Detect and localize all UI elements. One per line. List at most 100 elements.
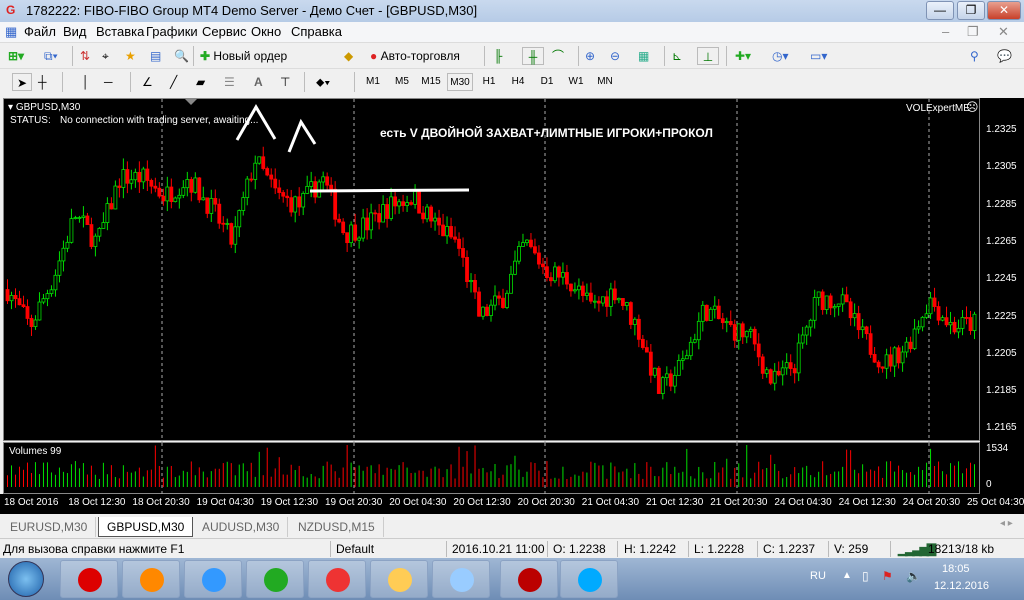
- candle-body: [868, 333, 873, 355]
- timeframe-mn[interactable]: MN: [592, 73, 618, 91]
- timeframe-d1[interactable]: D1: [534, 73, 560, 91]
- tab-nzdusd-m15[interactable]: NZDUSD,M15: [290, 517, 384, 537]
- candle-body: [533, 246, 537, 254]
- tray-device-icon[interactable]: ▯: [862, 569, 869, 583]
- menu-file[interactable]: Файл: [24, 24, 56, 39]
- search-icon[interactable]: ⚲: [970, 47, 979, 65]
- show-hidden-icons[interactable]: ▲: [842, 570, 852, 581]
- candle-body: [113, 185, 118, 210]
- vertical-line-icon[interactable]: │: [82, 73, 90, 91]
- candle-body: [201, 197, 206, 201]
- clock-date[interactable]: 12.12.2016: [934, 580, 989, 592]
- zoom-in-icon[interactable]: ⊕: [585, 47, 595, 65]
- chat-icon[interactable]: 💬: [997, 47, 1012, 65]
- templates-icon[interactable]: ▭▾: [810, 47, 827, 65]
- candle-body: [720, 318, 725, 324]
- price-tick: 1.2165: [986, 422, 1017, 434]
- taskbar-opera[interactable]: [60, 560, 118, 598]
- timeframe-m15[interactable]: M15: [418, 73, 444, 91]
- tile-windows-icon[interactable]: ▦: [638, 47, 649, 65]
- terminal-icon[interactable]: ▤: [150, 47, 161, 65]
- tray-flag-icon[interactable]: ⚑: [882, 569, 893, 583]
- timeframe-h4[interactable]: H4: [505, 73, 531, 91]
- profiles-icon[interactable]: ⧉▾: [44, 47, 58, 65]
- text-label-icon[interactable]: ⊤: [280, 73, 290, 91]
- market-watch-icon[interactable]: ⇅: [80, 47, 90, 65]
- bar-chart-icon[interactable]: ╟: [494, 47, 503, 65]
- language-indicator[interactable]: RU: [810, 570, 826, 582]
- data-window-icon[interactable]: ⌖: [102, 47, 109, 65]
- tab-audusd-m30[interactable]: AUDUSD,M30: [194, 517, 289, 537]
- restore-button[interactable]: ❐: [957, 1, 985, 20]
- taskbar-explorer[interactable]: [370, 560, 428, 598]
- horizontal-line-icon[interactable]: ─: [104, 73, 113, 91]
- volumes-pane[interactable]: Volumes 99: [3, 442, 980, 495]
- cursor-icon[interactable]: ➤: [12, 73, 32, 91]
- candle-body: [820, 291, 825, 310]
- candle-body: [369, 212, 374, 231]
- mdi-restore-button[interactable]: ❐: [967, 24, 979, 40]
- candle-body: [796, 342, 801, 374]
- timeframe-m1[interactable]: M1: [360, 73, 386, 91]
- angle-line-icon[interactable]: ∠: [142, 73, 153, 91]
- taskbar-acrobat[interactable]: [500, 560, 558, 598]
- mdi-close-button[interactable]: ✕: [998, 24, 1009, 40]
- volume-icon[interactable]: 🔈: [906, 569, 921, 583]
- minimize-button[interactable]: —: [926, 1, 954, 20]
- start-button[interactable]: [8, 561, 44, 597]
- equidistant-channel-icon[interactable]: ▰: [196, 73, 205, 91]
- menu-help[interactable]: Справка: [291, 24, 342, 39]
- metaeditor-icon[interactable]: ◆: [344, 47, 353, 65]
- zoom-out-icon[interactable]: ⊖: [610, 47, 620, 65]
- chart-shift-icon[interactable]: ⊾: [672, 47, 682, 65]
- taskbar-internet-explorer[interactable]: [184, 560, 242, 598]
- taskbar-skype[interactable]: [560, 560, 618, 598]
- time-axis[interactable]: 18 Oct 2016 18 Oct 12:30 18 Oct 20:30 19 Oc…: [0, 494, 1024, 514]
- mdi-minimize-button[interactable]: –: [942, 24, 949, 39]
- candlestick-icon[interactable]: ╫: [522, 47, 544, 65]
- taskbar-fibo-mt4[interactable]: [308, 560, 366, 598]
- new-order-button[interactable]: ✚ Новый ордер: [200, 47, 336, 65]
- paint-icon: [450, 568, 474, 592]
- taskbar-media-player[interactable]: [122, 560, 180, 598]
- timeframe-m5[interactable]: M5: [389, 73, 415, 91]
- fibonacci-icon[interactable]: ☰: [224, 73, 235, 91]
- crosshair-icon[interactable]: ┼: [38, 73, 47, 91]
- chart-symbol-label: ▾ GBPUSD,M30: [8, 102, 81, 113]
- menu-charts[interactable]: Графики: [146, 24, 198, 39]
- taskbar-paint[interactable]: [432, 560, 490, 598]
- indicators-icon[interactable]: ✚▾: [735, 47, 751, 65]
- standard-toolbar: ⊞▾ ⧉▾ ⇅ ⌖ ★ ▤ 🔍 ✚ Новый ордер ◆ ● Авто-т…: [0, 42, 1024, 68]
- menu-view[interactable]: Вид: [63, 24, 87, 39]
- line-chart-icon[interactable]: ⌒: [552, 47, 564, 65]
- clock-time[interactable]: 18:05: [942, 563, 970, 575]
- candle-body: [197, 177, 202, 201]
- arrows-icon[interactable]: ⬥▾: [316, 73, 330, 91]
- chart-tabs: EURUSD,M30 GBPUSD,M30 AUDUSD,M30 NZDUSD,M15: [0, 514, 1024, 538]
- price-chart[interactable]: ▾ GBPUSD,M30 STATUS: No connection with …: [3, 98, 980, 442]
- price-axis[interactable]: 1.2325 1.2305 1.2285 1.2265 1.2245 1.2225 1.22…: [980, 98, 1024, 514]
- new-chart-icon[interactable]: ⊞▾: [8, 47, 24, 65]
- strategy-tester-icon[interactable]: 🔍: [174, 47, 189, 65]
- menu-insert[interactable]: Вставка: [96, 24, 144, 39]
- taskbar-chrome[interactable]: [246, 560, 304, 598]
- periods-icon[interactable]: ◷▾: [772, 47, 789, 65]
- tab-scroll-arrows[interactable]: ◂ ▸: [1000, 518, 1013, 529]
- date-tick: 20 Oct 20:30: [517, 497, 575, 508]
- menu-tools[interactable]: Сервис: [202, 24, 247, 39]
- navigator-icon[interactable]: ★: [125, 47, 136, 65]
- autoscroll-icon[interactable]: ⊥: [697, 47, 719, 65]
- timeframe-w1[interactable]: W1: [563, 73, 589, 91]
- tab-gbpusd-m30[interactable]: GBPUSD,M30: [98, 517, 194, 537]
- candle-body: [832, 306, 837, 309]
- close-button[interactable]: ✕: [987, 1, 1021, 20]
- tab-eurusd-m30[interactable]: EURUSD,M30: [2, 517, 97, 537]
- trendline-icon[interactable]: ╱: [170, 73, 177, 91]
- text-icon[interactable]: A: [254, 73, 263, 91]
- candle-body: [956, 327, 961, 333]
- timeframe-h1[interactable]: H1: [476, 73, 502, 91]
- auto-trading-button[interactable]: ● Авто-торговля: [370, 47, 476, 65]
- menu-window[interactable]: Окно: [251, 24, 281, 39]
- timeframe-m30[interactable]: M30: [447, 73, 473, 91]
- candle-body: [553, 266, 557, 282]
